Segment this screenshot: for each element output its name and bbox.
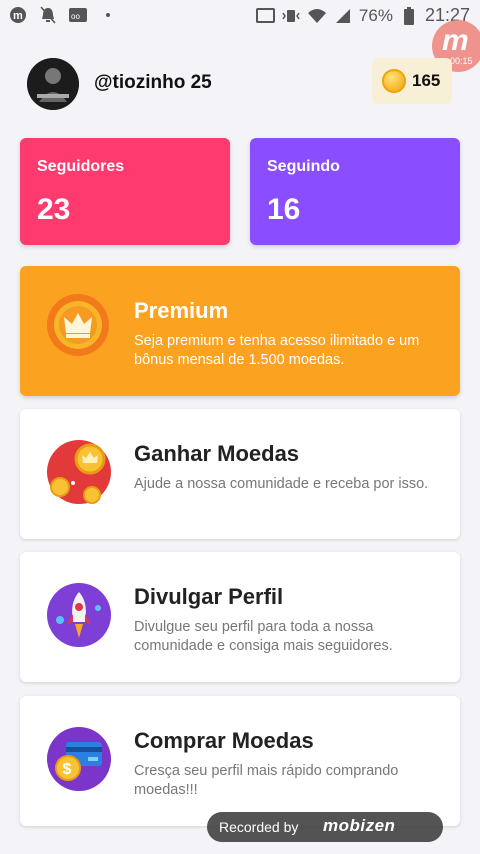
signal-icon (333, 7, 353, 25)
recording-watermark: Recorded by mobizen (207, 812, 443, 842)
coin-balance-value: 165 (412, 71, 441, 90)
avatar[interactable] (27, 58, 79, 110)
followers-card[interactable]: Seguidores 23 (20, 138, 230, 245)
earn-coins-icon (46, 439, 112, 505)
premium-description: Seja premium e tenha acesso ilimitado e … (134, 333, 420, 368)
following-count: 16 (267, 193, 301, 226)
recording-brand: mobizen (323, 816, 396, 835)
buy-coins-card[interactable]: $ Comprar Moedas Cresça seu perfil mais … (20, 696, 460, 826)
promote-profile-card[interactable]: Divulgar Perfil Divulgue seu perfil para… (20, 552, 460, 682)
buy-coins-description: Cresça seu perfil mais rápido comprando … (134, 763, 399, 798)
earn-coins-title: Ganhar Moedas (134, 441, 300, 466)
wifi-icon (307, 7, 327, 25)
promote-profile-description: Divulgue seu perfil para toda a nossa co… (134, 619, 393, 654)
username: @tiozinho 25 (94, 72, 212, 93)
mobizen-icon: m (8, 6, 28, 24)
crown-medal-icon (46, 293, 110, 357)
vibrate-icon (281, 7, 301, 25)
battery-icon (399, 6, 419, 25)
buy-coins-icon: $ (46, 726, 112, 792)
followers-label: Seguidores (37, 158, 125, 175)
cast-icon (255, 7, 275, 25)
following-card[interactable]: Seguindo 16 (250, 138, 460, 245)
rocket-icon (46, 582, 112, 648)
profile-header: @tiozinho 25 165 (0, 52, 480, 116)
status-right: 76% 21:27 (255, 5, 470, 26)
following-label: Seguindo (267, 158, 340, 175)
earn-coins-card[interactable]: Ganhar Moedas Ajude a nossa comunidade e… (20, 409, 460, 539)
voicemail-icon: oo (68, 6, 88, 24)
svg-text:$: $ (63, 761, 72, 778)
dot-icon (98, 6, 118, 24)
followers-count: 23 (37, 193, 71, 226)
premium-title: Premium (134, 298, 229, 323)
coin-balance[interactable]: 165 (372, 58, 452, 104)
coin-icon (382, 69, 406, 93)
bell-off-icon (38, 6, 58, 24)
premium-card[interactable]: Premium Seja premium e tenha acesso ilim… (20, 266, 460, 396)
recording-label: Recorded by (219, 819, 299, 835)
status-left-icons: m oo (8, 6, 118, 24)
buy-coins-title: Comprar Moedas (134, 728, 314, 753)
battery-percent: 76% (358, 5, 393, 25)
status-bar: m oo 76% 21:27 (0, 0, 480, 32)
svg-text:oo: oo (71, 12, 80, 21)
promote-profile-title: Divulgar Perfil (134, 584, 284, 609)
earn-coins-description: Ajude a nossa comunidade e receba por is… (134, 476, 429, 492)
svg-text:m: m (13, 10, 23, 22)
